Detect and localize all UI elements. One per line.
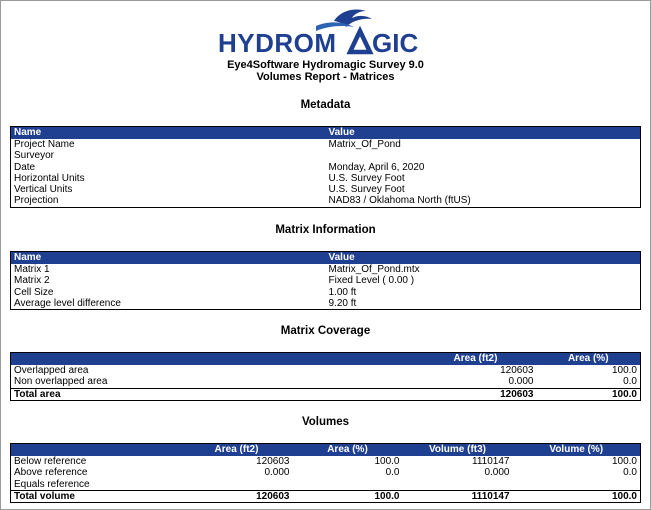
column-header: Value xyxy=(325,126,641,139)
table-row: Horizontal Units U.S. Survey Foot xyxy=(11,173,641,184)
row-label: Project Name xyxy=(14,139,75,150)
table-header-row: Name Value xyxy=(10,126,641,139)
area-percent-cell: 100.0 xyxy=(374,456,400,467)
logo-graphic: HYDROM GIC xyxy=(218,9,418,55)
table-header-row: Area (ft2) Area (%) Volume (ft3) Volume … xyxy=(10,443,641,456)
volume-ft3-cell: 1110147 xyxy=(402,489,513,503)
volume-percent-cell: 100.0 xyxy=(512,489,641,503)
volume-ft3-cell: 0.000 xyxy=(484,467,510,479)
column-header: Area (ft2) xyxy=(180,443,293,456)
row-label: Vertical Units xyxy=(14,184,73,196)
column-header xyxy=(10,443,181,456)
table-row: Date Monday, April 6, 2020 xyxy=(11,162,641,173)
column-header: Name xyxy=(10,251,326,264)
total-row: Total volume 120603 100.0 1110147 100.0 xyxy=(10,489,641,503)
area-ft2-cell: 120603 xyxy=(180,489,293,503)
table-header-row: Name Value xyxy=(10,251,641,264)
column-header: Area (ft2) xyxy=(414,352,537,365)
matrix-info-table: Name Value Matrix 1 Matrix_Of_Pond.mtx Ma… xyxy=(10,251,641,311)
table-row: Overlapped area 120603 100.0 xyxy=(11,365,641,376)
volume-percent-cell: 100.0 xyxy=(611,456,637,467)
table-header-row: Area (ft2) Area (%) xyxy=(10,352,641,365)
area-ft2-cell: 120603 xyxy=(500,365,534,376)
area-ft2-cell: 120603 xyxy=(256,456,290,467)
volume-ft3-cell: 1110147 xyxy=(472,456,510,467)
row-value: NAD83 / Oklahoma North (ftUS) xyxy=(328,195,471,207)
area-percent-cell: 0.0 xyxy=(623,376,637,388)
column-header: Volume (ft3) xyxy=(402,443,513,456)
table-row: Vertical Units U.S. Survey Foot xyxy=(11,184,641,195)
metadata-title: Metadata xyxy=(300,99,351,111)
row-label: Matrix 1 xyxy=(14,264,50,275)
coverage-title: Matrix Coverage xyxy=(280,325,371,337)
volume-ft3-cell xyxy=(403,479,513,491)
row-value: U.S. Survey Foot xyxy=(328,184,405,196)
logo-text-right: GIC xyxy=(372,28,418,55)
table-row: Matrix 1 Matrix_Of_Pond.mtx xyxy=(11,264,641,275)
row-label: Equals reference xyxy=(14,478,90,490)
row-value: U.S. Survey Foot xyxy=(328,172,405,184)
column-header: Area (%) xyxy=(536,352,641,365)
table-row: Below reference 120603 100.0 1110147 100… xyxy=(11,456,641,467)
report-subtitle: Volumes Report - Matrices xyxy=(256,71,395,83)
report-title: Eye4Software Hydromagic Survey 9.0 xyxy=(227,59,424,71)
row-label: Projection xyxy=(14,195,59,207)
column-header: Volume (%) xyxy=(512,443,641,456)
matrix-info-title: Matrix Information xyxy=(275,224,376,236)
row-label: Above reference xyxy=(14,467,88,479)
row-value: Monday, April 6, 2020 xyxy=(328,161,425,173)
table-row: Average level difference 9.20 ft xyxy=(11,298,641,310)
row-value: 9.20 ft xyxy=(328,297,357,309)
volume-percent-cell: 0.0 xyxy=(623,467,637,479)
total-row: Total area 120603 100.0 xyxy=(10,387,641,401)
row-label: Non overlapped area xyxy=(14,376,108,388)
coverage-table: Area (ft2) Area (%) Overlapped area 1206… xyxy=(10,352,641,401)
row-label: Cell Size xyxy=(14,286,54,298)
row-label: Date xyxy=(14,161,36,173)
volumes-table: Area (ft2) Area (%) Volume (ft3) Volume … xyxy=(10,443,641,504)
area-percent-cell: 100.0 xyxy=(536,387,641,401)
area-percent-cell: 100.0 xyxy=(292,489,403,503)
area-percent-cell xyxy=(293,479,403,491)
row-label: Matrix 2 xyxy=(14,275,50,287)
row-label: Total volume xyxy=(10,489,181,503)
table-row: Project Name Matrix_Of_Pond xyxy=(11,139,641,150)
volume-percent-cell xyxy=(513,479,641,491)
row-value: Matrix_Of_Pond.mtx xyxy=(328,264,420,275)
table-row: Non overlapped area 0.000 0.0 xyxy=(11,376,641,388)
metadata-table: Name Value Project Name Matrix_Of_Pond Su… xyxy=(10,126,641,208)
table-row: Surveyor xyxy=(11,150,641,161)
table-row: Above reference 0.000 0.0 0.000 0.0 xyxy=(11,467,641,478)
table-row: Cell Size 1.00 ft xyxy=(11,287,641,298)
area-ft2-cell: 120603 xyxy=(414,387,537,401)
area-ft2-cell xyxy=(181,479,293,491)
row-value: 1.00 ft xyxy=(328,286,357,298)
report-page: HYDROM GIC Eye4Software Hydromagic Surve… xyxy=(0,0,651,510)
column-header: Name xyxy=(10,126,326,139)
row-label: Below reference xyxy=(14,456,87,467)
row-label: Horizontal Units xyxy=(14,172,85,184)
row-label: Overlapped area xyxy=(14,365,89,376)
logo-a-glyph-icon xyxy=(345,25,374,55)
row-value: Matrix_Of_Pond xyxy=(328,139,401,150)
table-row: Matrix 2 Fixed Level ( 0.00 ) xyxy=(11,275,641,286)
row-label: Average level difference xyxy=(14,297,121,309)
area-percent-cell: 0.0 xyxy=(385,467,400,479)
row-value: Fixed Level ( 0.00 ) xyxy=(328,275,415,287)
table-row: Projection NAD83 / Oklahoma North (ftUS) xyxy=(11,195,641,207)
logo-text-left: HYDROM xyxy=(218,28,337,55)
volumes-title: Volumes xyxy=(301,416,350,428)
area-ft2-cell: 0.000 xyxy=(508,376,534,388)
row-label: Total area xyxy=(10,387,415,401)
column-header xyxy=(10,352,415,365)
table-row: Equals reference xyxy=(11,479,641,491)
column-header: Area (%) xyxy=(292,443,403,456)
row-value xyxy=(326,150,641,161)
area-ft2-cell: 0.000 xyxy=(264,467,290,479)
column-header: Value xyxy=(325,251,641,264)
hydromagic-logo: HYDROM GIC xyxy=(1,7,650,55)
area-percent-cell: 100.0 xyxy=(611,365,637,376)
row-label: Surveyor xyxy=(14,150,55,162)
